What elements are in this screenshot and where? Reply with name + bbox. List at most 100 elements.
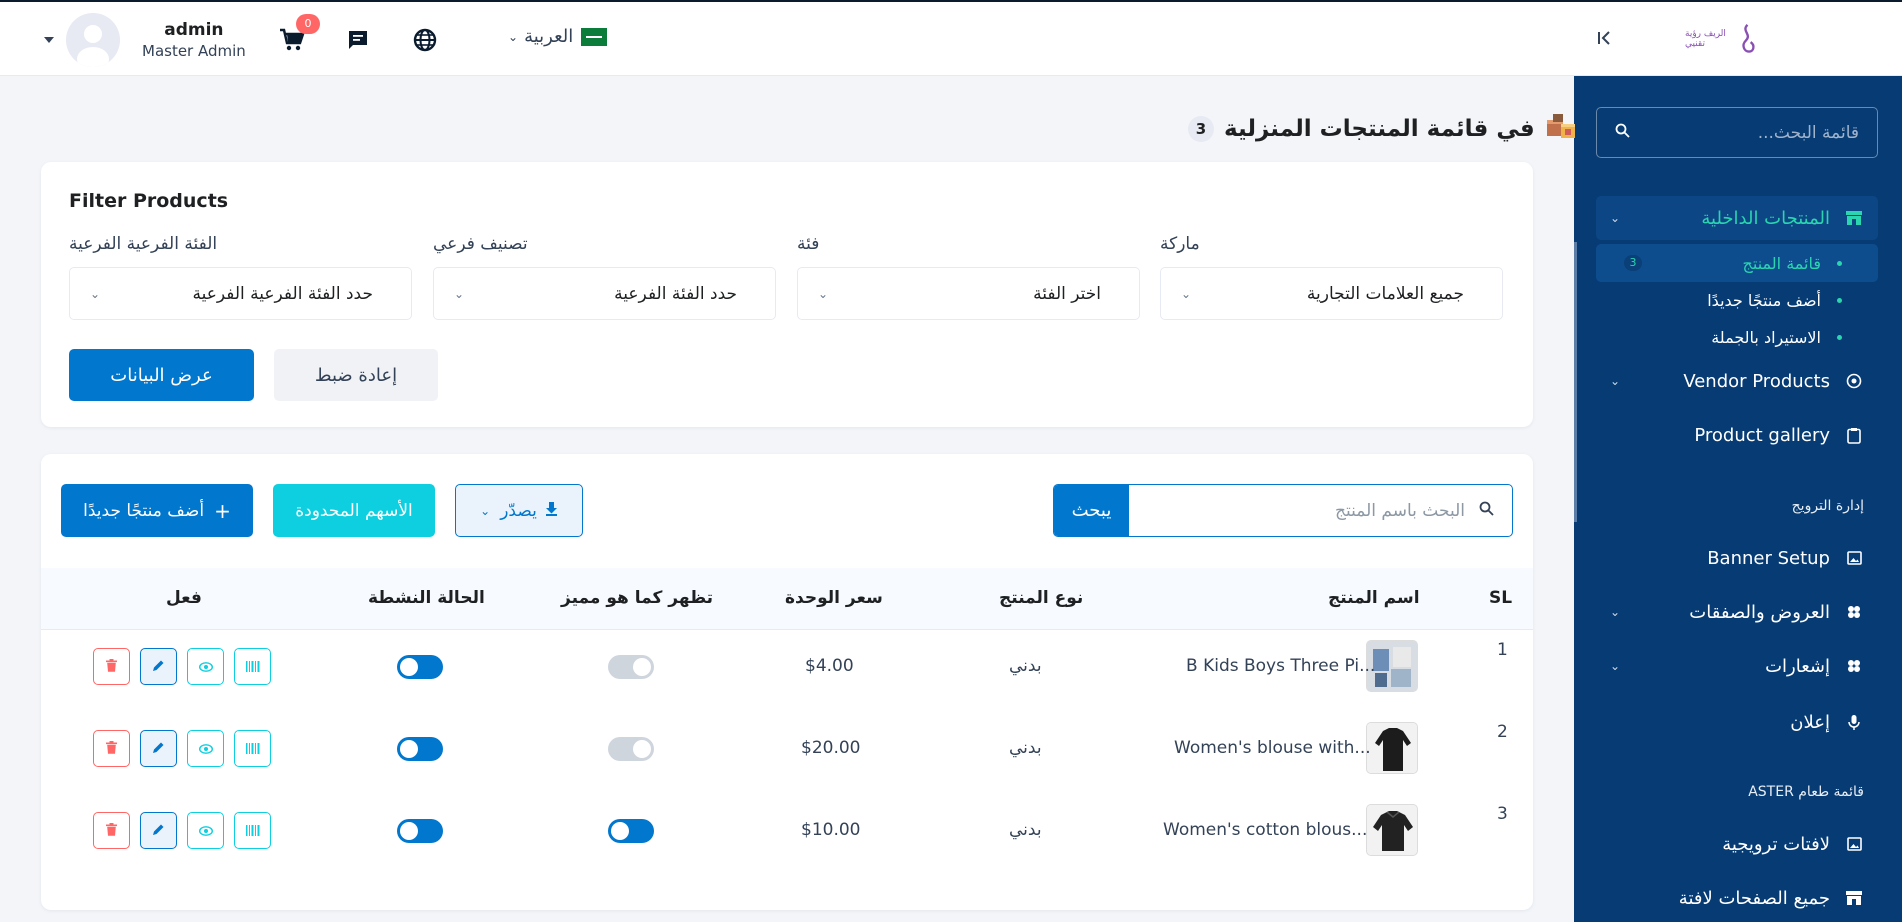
show-data-button[interactable]: عرض البيانات <box>69 349 254 401</box>
edit-button[interactable] <box>140 812 177 849</box>
user-role: Master Admin <box>142 42 246 60</box>
user-menu[interactable]: admin Master Admin <box>44 13 246 67</box>
column-header-status: الحالة النشطة <box>368 588 485 608</box>
clipboard-icon <box>1844 427 1864 444</box>
delete-button[interactable] <box>93 812 130 849</box>
sidebar-item-inhouse-products[interactable]: ⌄ المنتجات الداخلية <box>1596 196 1878 240</box>
chevron-down-icon: ⌄ <box>1610 211 1621 225</box>
sidebar-item-announcement[interactable]: إعلان <box>1596 700 1878 744</box>
saudi-flag-icon <box>581 27 608 46</box>
collapse-sidebar-icon[interactable] <box>1596 30 1612 51</box>
table-row: 1 B Kids Boys Three Pi... بدني $4.00 <box>41 640 1533 722</box>
sidebar-section-aster-menu: ASTER قائمة طعام <box>1748 784 1864 800</box>
row-sl: 3 <box>1497 804 1508 824</box>
export-button[interactable]: ⌄ يصدّر <box>455 484 583 537</box>
sidebar-item-label: Vendor Products <box>1683 370 1830 392</box>
featured-toggle[interactable] <box>608 737 654 761</box>
column-header-type: نوع المنتج <box>999 588 1084 608</box>
search-button[interactable]: يبحث <box>1054 485 1129 536</box>
delete-button[interactable] <box>93 730 130 767</box>
language-label: العربية <box>524 26 574 47</box>
avatar[interactable] <box>66 13 120 67</box>
sidebar-scrollbar[interactable] <box>1574 242 1577 522</box>
product-name[interactable]: Women's blouse with... <box>1174 738 1371 758</box>
product-list-card: يبحث البحث باسم المنتج ⌄ يصدّر الأسهم ال… <box>41 454 1533 910</box>
add-new-product-button[interactable]: أضف منتجًا جديدًا + <box>61 484 253 537</box>
sidebar-item-add-new-product[interactable]: أضف منتجًا جديدًا <box>1596 281 1878 319</box>
category-select[interactable]: ⌄ اختر الفئة <box>797 267 1140 320</box>
deals-icon <box>1844 604 1864 620</box>
product-type: بدني <box>1009 820 1042 840</box>
download-icon <box>545 501 558 521</box>
message-icon[interactable] <box>344 26 372 54</box>
chevron-down-icon: ⌄ <box>480 503 491 518</box>
limited-stock-button[interactable]: الأسهم المحدودة <box>273 484 435 537</box>
product-thumbnail[interactable] <box>1366 804 1418 856</box>
delete-button[interactable] <box>93 648 130 685</box>
edit-button[interactable] <box>140 648 177 685</box>
brand-select-value: جميع العلامات التجارية <box>1306 283 1464 304</box>
sidebar-item-label: إعلان <box>1790 711 1830 733</box>
sidebar-item-banner-setup[interactable]: Banner Setup <box>1596 536 1878 580</box>
sidebar-item-product-gallery[interactable]: Product gallery <box>1596 413 1878 457</box>
bullet-icon <box>1837 334 1842 340</box>
language-selector[interactable]: ⌄ العربية <box>508 26 608 47</box>
sidebar-item-product-list[interactable]: 3 قائمة المنتج <box>1596 244 1878 282</box>
barcode-button[interactable] <box>234 812 271 849</box>
sidebar-item-offers-deals[interactable]: ⌄ العروض والصفقات <box>1596 590 1878 634</box>
sidebar-item-promo-banners[interactable]: لافتات ترويجية <box>1596 822 1878 866</box>
search-icon <box>1615 123 1630 142</box>
sidebar-item-all-pages-banner[interactable]: جميع الصفحات لافتة <box>1596 876 1878 920</box>
caret-down-icon[interactable] <box>44 37 54 43</box>
category-label: فئة <box>797 234 820 254</box>
filter-products-card: Filter Products ماركة ⌄ جميع العلامات ال… <box>41 162 1533 427</box>
bullet-icon <box>1837 260 1842 266</box>
unit-price: $10.00 <box>801 820 861 840</box>
subcategory-select-value: حدد الفئة الفرعية <box>614 283 737 304</box>
view-button[interactable] <box>187 812 224 849</box>
sub-subcategory-select[interactable]: ⌄ حدد الفئة الفرعية الفرعية <box>69 267 412 320</box>
product-type: بدني <box>1009 656 1042 676</box>
column-header-featured: تظهر كما هو مميز <box>561 588 714 608</box>
reset-button[interactable]: إعادة ضبط <box>274 349 438 401</box>
export-label: يصدّر <box>500 500 537 521</box>
sidebar-item-label: العروض والصفقات <box>1689 601 1830 623</box>
sidebar-item-label: Banner Setup <box>1707 547 1830 569</box>
active-status-toggle[interactable] <box>397 655 443 679</box>
subcategory-label: تصنيف فرعي <box>433 234 528 254</box>
sidebar-item-label: قائمة المنتج <box>1742 253 1821 273</box>
barcode-button[interactable] <box>234 648 271 685</box>
product-name[interactable]: B Kids Boys Three Pi... <box>1186 656 1375 676</box>
featured-toggle[interactable] <box>608 819 654 843</box>
product-type: بدني <box>1009 738 1042 758</box>
active-status-toggle[interactable] <box>397 819 443 843</box>
product-name[interactable]: Women's cotton blous... <box>1163 820 1367 840</box>
sidebar-item-bulk-import[interactable]: الاستيراد بالجملة <box>1596 318 1878 356</box>
active-status-toggle[interactable] <box>397 737 443 761</box>
sidebar-item-notifications[interactable]: ⌄ إشعارات <box>1596 644 1878 688</box>
table-row: 3 Women's cotton blous... بدني $10.00 <box>41 804 1533 886</box>
unit-price: $4.00 <box>805 656 854 676</box>
add-product-label: أضف منتجًا جديدًا <box>83 500 205 521</box>
featured-toggle[interactable] <box>608 655 654 679</box>
bullet-icon <box>1837 297 1842 303</box>
brand-select[interactable]: ⌄ جميع العلامات التجارية <box>1160 267 1503 320</box>
sidebar-item-label: الاستيراد بالجملة <box>1711 327 1821 347</box>
brand-logo[interactable]: الريف رؤية تقنيي <box>1685 16 1757 62</box>
sidebar: قائمة البحث... ⌄ المنتجات الداخلية 3 قائ… <box>1574 76 1902 922</box>
view-button[interactable] <box>187 648 224 685</box>
sidebar-search-input[interactable]: قائمة البحث... <box>1596 107 1878 158</box>
search-placeholder: البحث باسم المنتج <box>1335 500 1465 521</box>
product-search-input[interactable]: البحث باسم المنتج <box>1129 485 1512 536</box>
barcode-icon <box>245 657 260 676</box>
sidebar-item-vendor-products[interactable]: ⌄ Vendor Products <box>1596 359 1878 403</box>
sidebar-search-placeholder: قائمة البحث... <box>1757 122 1859 143</box>
edit-button[interactable] <box>140 730 177 767</box>
chevron-down-icon: ⌄ <box>818 286 829 301</box>
view-button[interactable] <box>187 730 224 767</box>
barcode-button[interactable] <box>234 730 271 767</box>
subcategory-select[interactable]: ⌄ حدد الفئة الفرعية <box>433 267 776 320</box>
sub-subcategory-select-value: حدد الفئة الفرعية الفرعية <box>192 283 373 304</box>
globe-icon[interactable] <box>411 26 439 54</box>
product-thumbnail[interactable] <box>1366 722 1418 774</box>
